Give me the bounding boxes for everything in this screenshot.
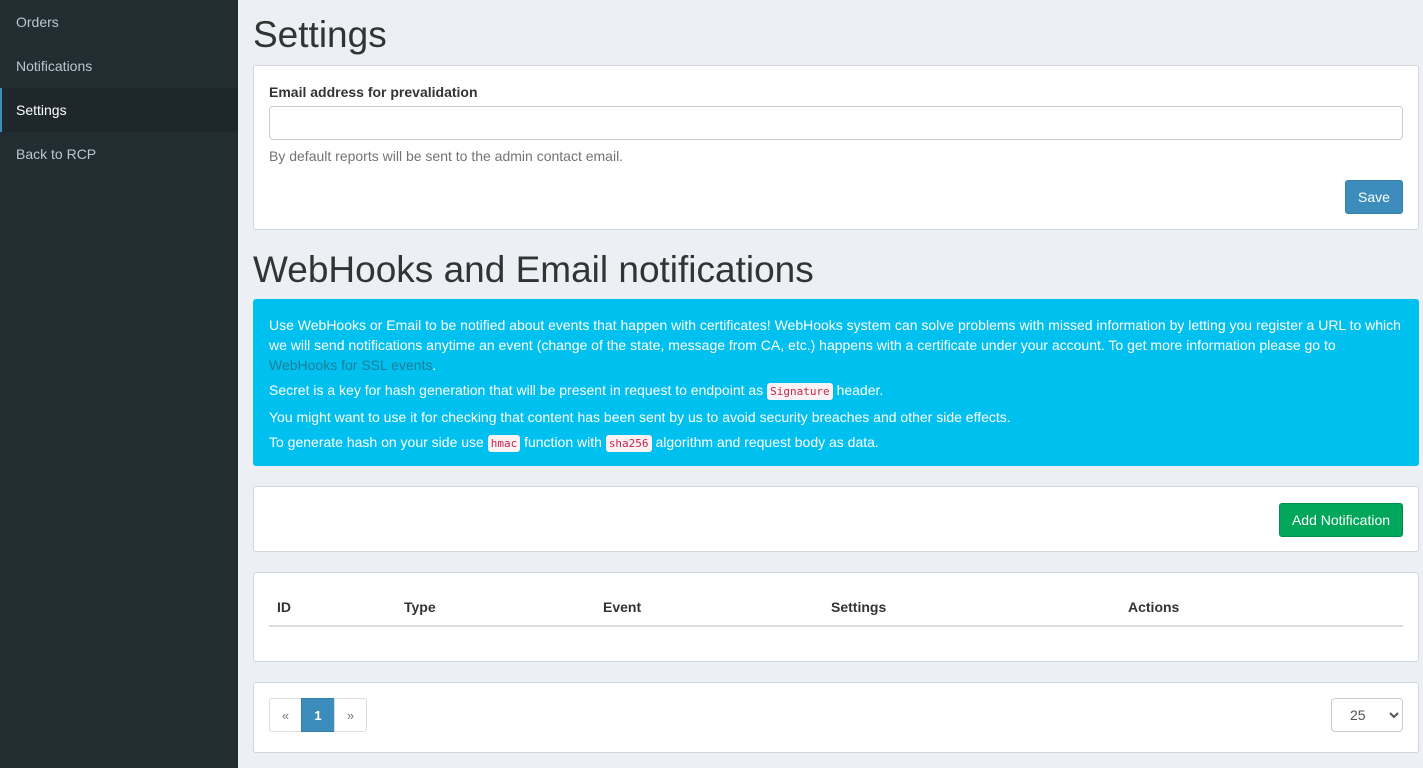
email-field[interactable] [269, 106, 1403, 140]
info-text: function with [520, 434, 606, 450]
info-paragraph-2: Secret is a key for hash generation that… [269, 380, 1403, 402]
section-title: WebHooks and Email notifications [253, 249, 814, 290]
sidebar-item-settings[interactable]: Settings [0, 88, 238, 132]
pagination: « 1 » [269, 698, 367, 732]
info-paragraph-3: You might want to use it for checking th… [269, 409, 1011, 425]
email-help-text: By default reports will be sent to the a… [269, 148, 624, 164]
info-text: Use WebHooks or Email to be notified abo… [269, 317, 1401, 353]
sidebar-item-back-to-rcp[interactable]: Back to RCP [0, 132, 238, 176]
settings-panel: Email address for prevalidation By defau… [253, 65, 1419, 230]
notifications-table: ID Type Event Settings Actions [253, 572, 1419, 662]
save-button[interactable]: Save [1345, 180, 1403, 214]
column-header-event[interactable]: Event [603, 599, 641, 615]
info-callout: Use WebHooks or Email to be notified abo… [253, 299, 1419, 466]
info-text: . [432, 357, 437, 373]
webhooks-doc-link[interactable]: WebHooks for SSL events [269, 357, 432, 373]
per-page-select[interactable]: 25 [1331, 698, 1403, 732]
info-paragraph-1: Use WebHooks or Email to be notified abo… [269, 315, 1403, 375]
info-text: To generate hash on your side use [269, 434, 488, 450]
column-header-settings[interactable]: Settings [831, 599, 886, 615]
pagination-next[interactable]: » [334, 698, 367, 732]
pagination-prev[interactable]: « [269, 698, 302, 732]
info-text: Secret is a key for hash generation that… [269, 382, 768, 398]
sidebar-item-orders[interactable]: Orders [0, 0, 238, 44]
info-paragraph-4: To generate hash on your side use hmac f… [269, 432, 1403, 454]
table-header-divider [269, 625, 1403, 627]
info-text: algorithm and request body as data. [651, 434, 879, 450]
code-sha256: sha256 [605, 435, 652, 452]
add-notification-button[interactable]: Add Notification [1279, 503, 1403, 537]
pagination-page-1[interactable]: 1 [301, 698, 335, 732]
page-title: Settings [253, 14, 387, 55]
sidebar-item-notifications[interactable]: Notifications [0, 44, 238, 88]
add-notification-panel: Add Notification [253, 486, 1419, 552]
email-label: Email address for prevalidation [269, 84, 478, 100]
column-header-actions: Actions [1128, 599, 1180, 615]
code-hmac: hmac [487, 435, 521, 452]
code-signature: Signature [767, 383, 833, 400]
column-header-id[interactable]: ID [277, 599, 291, 615]
sidebar: Orders Notifications Settings Back to RC… [0, 0, 238, 768]
pagination-panel: « 1 » 25 [253, 682, 1419, 753]
column-header-type[interactable]: Type [404, 599, 436, 615]
info-text: header. [832, 382, 884, 398]
